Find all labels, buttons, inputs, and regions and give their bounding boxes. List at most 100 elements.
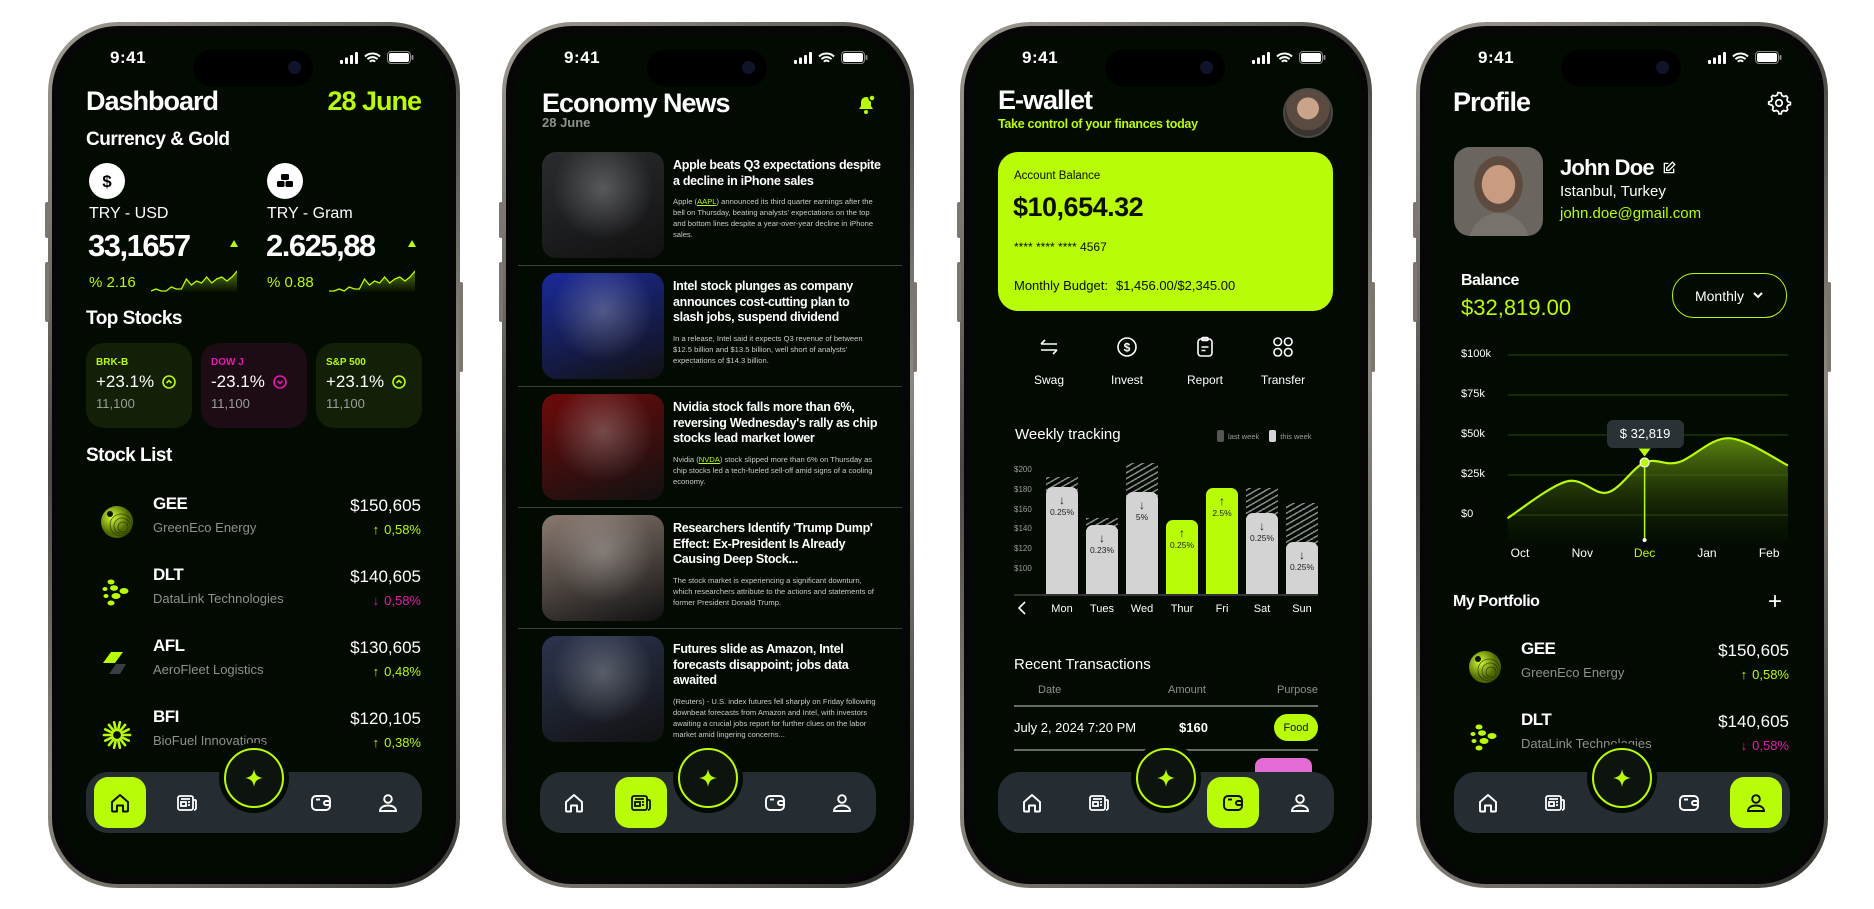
bar-this-week[interactable]: ↓ 5%: [1126, 491, 1158, 594]
balance-card[interactable]: Account Balance $10,654.32 **** **** ***…: [998, 152, 1333, 311]
nav-item-wallet[interactable]: [1656, 772, 1723, 833]
nav-item-user[interactable]: [1723, 772, 1790, 833]
home-icon: [548, 777, 600, 828]
dollar-badge: $: [89, 163, 125, 199]
avatar[interactable]: [1283, 88, 1333, 138]
svg-text:$: $: [102, 172, 112, 191]
nav-item-wallet[interactable]: [742, 772, 809, 833]
news-item[interactable]: Apple beats Q3 expectations despite a de…: [542, 152, 882, 258]
action-button: [957, 202, 961, 238]
x-tick-label: Sun: [1292, 603, 1312, 615]
nav-item-sparkle[interactable]: [1132, 748, 1199, 833]
x-tick-label: Thur: [1170, 603, 1194, 615]
arrow-up-icon: ↑: [1740, 667, 1748, 682]
top-stock-card[interactable]: BRK-B +23.1% 11,100: [86, 343, 192, 428]
stock-row[interactable]: GEE GreenEco Energy $150,605 ↑ 0,58%: [48, 494, 460, 566]
price: $140,605: [350, 567, 421, 586]
stock-row[interactable]: GEE GreenEco Energy $150,605 ↑ 0,58%: [1416, 639, 1828, 711]
news-text: Nvidia stock falls more than 6%, reversi…: [673, 400, 881, 487]
nav-item-home[interactable]: [1454, 772, 1521, 833]
bar-this-week[interactable]: ↓ 0.25%: [1046, 486, 1078, 594]
user-icon: [1274, 777, 1326, 828]
nav-item-home[interactable]: [86, 772, 153, 833]
price: $150,605: [1718, 641, 1789, 660]
top-stock-card[interactable]: S&P 500 +23.1% 11,100: [316, 343, 422, 428]
add-icon[interactable]: +: [1768, 590, 1782, 614]
dollar-circle-icon: $: [1092, 333, 1162, 361]
legend-swatch-last-week: [1217, 430, 1224, 442]
currency-pair: TRY - USD: [89, 205, 169, 222]
sphere-logo: [97, 502, 137, 542]
chevron-left-icon[interactable]: [1017, 600, 1027, 621]
wifi-icon: [364, 52, 381, 63]
nav-item-sparkle[interactable]: [1588, 748, 1655, 833]
stock-change-row: -23.1%: [211, 372, 297, 392]
nav-item-news[interactable]: [1065, 772, 1132, 833]
ticker-link[interactable]: NVDA: [699, 455, 720, 464]
summary-text: (Reuters) - U.S. index futures fell shar…: [673, 696, 876, 739]
y-tick-label: $140: [1014, 524, 1032, 534]
news-icon: [161, 777, 213, 828]
status-time: 9:41: [1478, 48, 1515, 67]
weekly-tracking-title: Weekly tracking: [1015, 426, 1121, 443]
x-tick-label: Mon: [1051, 603, 1073, 615]
battery-icon: [1299, 51, 1326, 64]
change: ↓ 0,58%: [373, 593, 421, 608]
sparkline-chart: [150, 269, 238, 298]
dynamic-island: [1561, 50, 1681, 86]
company-name: GreenEco Energy: [1521, 665, 1625, 680]
action-report[interactable]: Report: [1170, 333, 1240, 387]
nav-item-wallet[interactable]: [288, 772, 355, 833]
stock-row[interactable]: DLT DataLink Technologies $140,605 ↓ 0,58%: [48, 565, 460, 637]
nav-item-sparkle[interactable]: [674, 748, 741, 833]
nav-item-home[interactable]: [998, 772, 1065, 833]
action-button: [1413, 202, 1417, 238]
action-invest[interactable]: $ Invest: [1092, 333, 1162, 387]
news-item[interactable]: Intel stock plunges as company announces…: [542, 273, 882, 379]
nav-item-home[interactable]: [540, 772, 607, 833]
action-label: Swag: [1033, 373, 1065, 387]
nav-item-news[interactable]: [607, 772, 674, 833]
nav-item-user[interactable]: [1267, 772, 1334, 833]
user-icon: [362, 777, 414, 828]
bar-this-week[interactable]: ↓ 0.25%: [1246, 512, 1278, 594]
top-stock-card[interactable]: DOW J -23.1% 11,100: [201, 343, 307, 428]
stock-value: 11,100: [96, 396, 135, 411]
news-item[interactable]: Nvidia stock falls more than 6%, reversi…: [542, 394, 882, 500]
bar-this-week[interactable]: ↑ 0.25%: [1166, 519, 1198, 594]
chart-legend: last week this week: [1217, 430, 1312, 442]
news-item[interactable]: Futures slide as Amazon, Intel forecasts…: [542, 636, 882, 742]
nav-item-user[interactable]: [809, 772, 876, 833]
action-transfer[interactable]: Transfer: [1248, 333, 1318, 387]
nav-item-news[interactable]: [153, 772, 220, 833]
action-swag[interactable]: Swag: [1014, 333, 1084, 387]
tx-purpose-badge[interactable]: Food: [1274, 714, 1318, 741]
bar-this-week[interactable]: ↓ 0.25%: [1286, 542, 1318, 594]
chevron-up-circle-icon: [162, 375, 176, 389]
section-title-currency: Currency & Gold: [86, 129, 230, 150]
bar-this-week[interactable]: ↑ 2.5%: [1206, 487, 1238, 594]
x-tick-label: Sat: [1253, 603, 1271, 615]
stock-row[interactable]: AFL AeroFleet Logistics $130,605 ↑ 0,48%: [48, 636, 460, 708]
news-item[interactable]: Researchers Identify 'Trump Dump' Effect…: [542, 515, 882, 621]
arrow-down-icon: ↓: [1059, 492, 1065, 507]
ticker-link[interactable]: AAPL: [697, 197, 716, 206]
bottom-nav: [86, 748, 422, 833]
col-amount: Amount: [1168, 684, 1206, 696]
stock-change: +23.1%: [326, 372, 385, 391]
highlight-point[interactable]: [1639, 457, 1650, 468]
x-tick-label: Tues: [1089, 603, 1115, 615]
legend-swatch-this-week: [1269, 430, 1277, 442]
nav-item-sparkle[interactable]: [220, 748, 287, 833]
bar-this-week[interactable]: ↓ 0.23%: [1086, 525, 1118, 594]
nav-item-wallet[interactable]: [1200, 772, 1267, 833]
nav-item-news[interactable]: [1521, 772, 1588, 833]
svg-text:$: $: [1124, 341, 1131, 355]
dollar-icon: $: [97, 171, 117, 191]
sparkle-icon: [1136, 748, 1196, 808]
ticker: DLT: [153, 565, 184, 584]
nav-item-user[interactable]: [355, 772, 422, 833]
legend-this-week: this week: [1280, 431, 1312, 441]
status-icons: [340, 51, 414, 64]
notification-bell-icon[interactable]: [854, 92, 878, 121]
